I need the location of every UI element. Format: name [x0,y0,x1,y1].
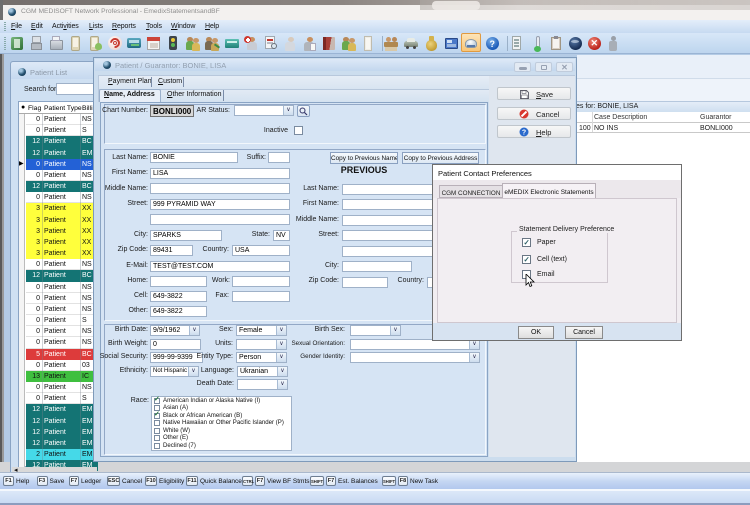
svg-text:?: ? [522,130,526,137]
